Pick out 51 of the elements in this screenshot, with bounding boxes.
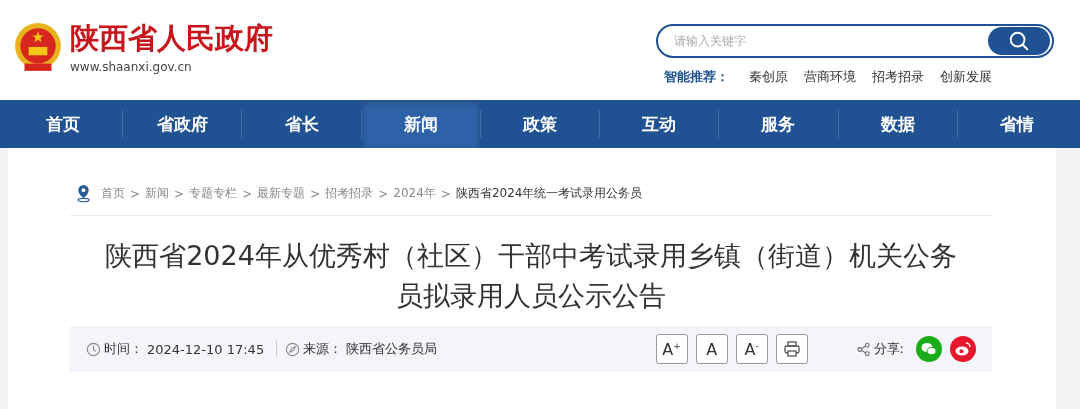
location-icon xyxy=(76,184,91,203)
site-name: 陕西省人民政府 xyxy=(70,20,273,56)
recommend-link[interactable]: 营商环境 xyxy=(804,68,856,86)
source-name: 陕西省公务员局 xyxy=(346,340,438,358)
search-input[interactable]: 请输入关键字 xyxy=(672,33,988,49)
nav-tab[interactable]: 数据 xyxy=(838,100,957,148)
chat-bubbles-icon[interactable] xyxy=(916,336,942,362)
breadcrumb-link[interactable]: 最新专题 xyxy=(257,185,306,202)
font-size-button[interactable]: A$^{-}$ xyxy=(735,334,768,364)
share-label: 分享: xyxy=(873,340,904,358)
nav-tab[interactable]: 服务 xyxy=(719,100,838,148)
article-title: 陕西省2024年从优秀村（社区）干部中考试录用乡镇（街道）机关公务员拟录用人员公示公告 xyxy=(104,239,958,313)
breadcrumb-link[interactable]: 新闻 xyxy=(145,185,170,202)
recommend-label: 智能推荐： xyxy=(664,68,729,86)
search-field[interactable]: 请输入关键字 xyxy=(656,24,1054,58)
breadcrumb-link[interactable]: 2024年 xyxy=(393,185,436,202)
breadcrumb-separator: > xyxy=(242,186,253,201)
breadcrumb-link[interactable]: 专题专栏 xyxy=(189,185,238,202)
clock-icon xyxy=(86,341,101,357)
nav-tab[interactable]: 首页 xyxy=(4,100,123,148)
publish-time: 2024-12-10 17:45 xyxy=(147,341,265,357)
nav-tab[interactable]: 省政府 xyxy=(123,100,242,148)
time-label: 时间： xyxy=(104,340,143,358)
compass-icon xyxy=(285,341,301,357)
breadcrumb-separator: > xyxy=(310,186,321,201)
nav-tab[interactable]: 省情 xyxy=(957,100,1076,148)
breadcrumb-separator: > xyxy=(378,186,389,201)
source-label: 来源： xyxy=(303,340,343,358)
breadcrumb-link[interactable]: 招考招录 xyxy=(325,185,374,202)
search-icon xyxy=(1008,30,1030,52)
font-size-button[interactable]: A xyxy=(695,334,728,364)
nav-tab[interactable]: 政策 xyxy=(480,100,600,148)
breadcrumb-separator: > xyxy=(130,186,141,201)
printer-icon xyxy=(782,340,801,358)
emblem-icon xyxy=(12,21,64,74)
breadcrumb-separator: > xyxy=(440,186,451,201)
nav-tab[interactable]: 省长 xyxy=(242,100,361,148)
nav-tab[interactable]: 互动 xyxy=(600,100,719,148)
search-button[interactable] xyxy=(988,27,1050,55)
recommend-link[interactable]: 创新发展 xyxy=(940,68,992,86)
breadcrumb-link[interactable]: 陕西省2024年统一考试录用公务员 xyxy=(455,185,643,202)
eye-logo-icon[interactable] xyxy=(950,336,976,362)
nav-tab[interactable]: 新闻 xyxy=(361,100,480,148)
breadcrumb-separator: > xyxy=(174,186,185,201)
breadcrumb-link[interactable]: 首页 xyxy=(101,185,125,202)
recommend-link[interactable]: 招考招录 xyxy=(872,68,924,86)
share-icon xyxy=(855,341,871,357)
recommend-link[interactable]: 秦创原 xyxy=(749,68,788,86)
print-button[interactable] xyxy=(775,334,808,364)
site-url: www.shaanxi.gov.cn xyxy=(70,59,193,75)
font-size-button[interactable]: A$^{+}$ xyxy=(655,334,688,364)
